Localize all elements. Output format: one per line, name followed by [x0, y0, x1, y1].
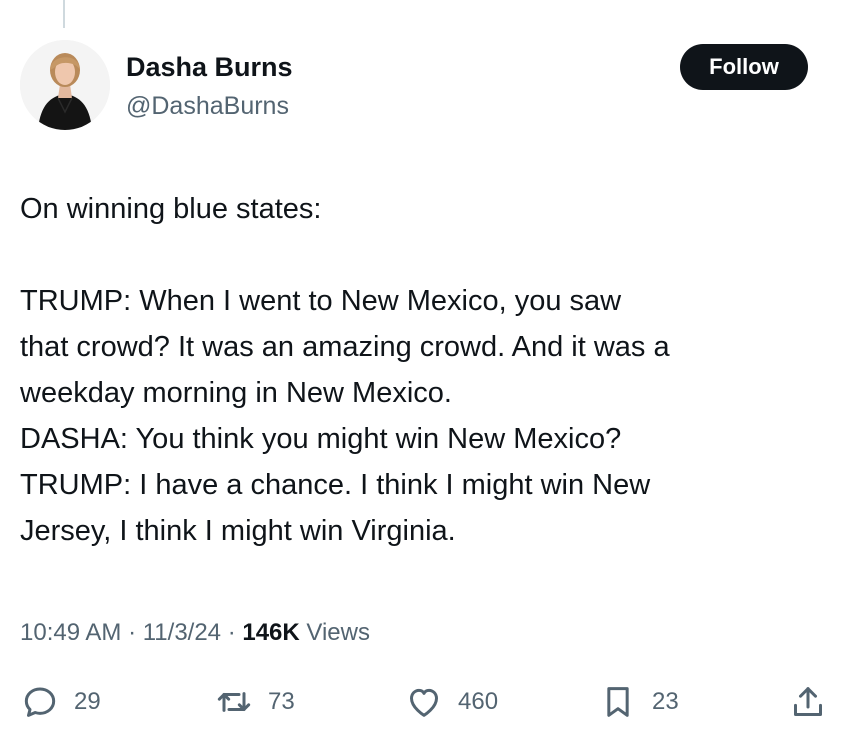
- share-icon: [794, 687, 822, 716]
- tweet-line-blank: [20, 232, 820, 278]
- tweet-line: TRUMP: I have a chance. I think I might …: [20, 469, 651, 501]
- share-button[interactable]: [788, 680, 828, 724]
- like-button[interactable]: 460: [404, 680, 498, 724]
- tweet-meta: 10:49 AM · 11/3/24 · 146K Views: [20, 616, 370, 650]
- avatar[interactable]: [20, 40, 110, 130]
- author-display-name[interactable]: Dasha Burns: [126, 50, 293, 84]
- tweet-text: On winning blue states: TRUMP: When I we…: [20, 186, 820, 554]
- like-icon: [410, 688, 438, 717]
- tweet-date[interactable]: 11/3/24: [143, 619, 221, 646]
- tweet-line: On winning blue states:: [20, 193, 322, 225]
- tweet-actions-bar: 29 73 460 23: [0, 680, 842, 724]
- reply-button[interactable]: 29: [20, 680, 101, 724]
- like-count: 460: [458, 688, 499, 715]
- follow-button[interactable]: Follow: [680, 44, 808, 90]
- views-count: 146K: [242, 619, 300, 646]
- bookmark-count: 23: [652, 688, 679, 715]
- tweet-line: Jersey, I think I might win Virginia.: [20, 515, 456, 547]
- tweet-line: weekday morning in New Mexico.: [20, 377, 452, 409]
- repost-count: 73: [268, 688, 295, 715]
- avatar-photo-icon: [20, 40, 110, 130]
- thread-connector-line: [63, 0, 65, 28]
- meta-separator: ·: [121, 619, 143, 646]
- tweet-time[interactable]: 10:49 AM: [20, 619, 121, 646]
- bookmark-button[interactable]: 23: [598, 680, 679, 724]
- repost-button[interactable]: 73: [214, 680, 295, 724]
- views-label: Views: [299, 619, 370, 646]
- tweet-line: DASHA: You think you might win New Mexic…: [20, 423, 622, 455]
- tweet-line: TRUMP: When I went to New Mexico, you sa…: [20, 285, 622, 317]
- repost-icon: [217, 692, 251, 712]
- reply-icon: [24, 687, 56, 717]
- reply-count: 29: [74, 688, 101, 715]
- meta-separator: ·: [221, 619, 243, 646]
- author-handle[interactable]: @DashaBurns: [126, 90, 289, 122]
- tweet-line: that crowd? It was an amazing crowd. And…: [20, 331, 670, 363]
- bookmark-icon: [607, 687, 629, 717]
